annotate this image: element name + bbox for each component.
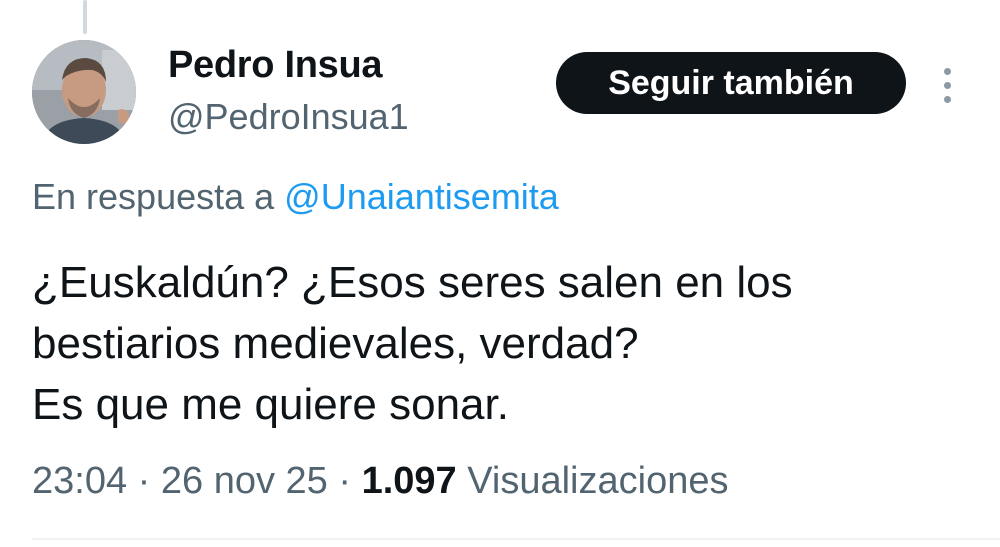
divider bbox=[32, 538, 1000, 540]
reply-context: En respuesta a @Unaiantisemita bbox=[32, 176, 559, 218]
tweet-text-line: bestiarios medievales, verdad? bbox=[32, 319, 639, 368]
reply-mention-link[interactable]: @Unaiantisemita bbox=[284, 176, 559, 217]
views-count[interactable]: 1.097 bbox=[362, 460, 457, 502]
reply-prefix: En respuesta a bbox=[32, 176, 275, 217]
more-vertical-icon bbox=[943, 67, 951, 75]
more-vertical-icon-dot bbox=[943, 81, 951, 89]
profile-photo-icon bbox=[32, 40, 136, 144]
tweet-text: ¿Euskaldún? ¿Esos seres salen en los bes… bbox=[32, 252, 972, 435]
follow-button[interactable]: Seguir también bbox=[556, 52, 906, 114]
tweet-date[interactable]: 26 nov 25 bbox=[161, 460, 328, 502]
tweet-time[interactable]: 23:04 bbox=[32, 460, 127, 502]
more-vertical-icon-dot bbox=[943, 95, 951, 103]
avatar[interactable] bbox=[32, 40, 136, 144]
more-options-button[interactable] bbox=[934, 60, 960, 110]
author-handle[interactable]: @PedroInsua1 bbox=[168, 96, 409, 138]
meta-separator: · bbox=[137, 460, 151, 502]
meta-separator: · bbox=[338, 460, 352, 502]
tweet-meta: 23:04 · 26 nov 25 · 1.097 Visualizacione… bbox=[32, 460, 728, 503]
views-label[interactable]: Visualizaciones bbox=[467, 460, 728, 502]
author-name[interactable]: Pedro Insua bbox=[168, 44, 383, 87]
tweet-text-line: ¿Euskaldún? ¿Esos seres salen en los bbox=[32, 258, 793, 307]
thread-connector-line bbox=[83, 0, 87, 34]
tweet-text-line: Es que me quiere sonar. bbox=[32, 380, 509, 429]
